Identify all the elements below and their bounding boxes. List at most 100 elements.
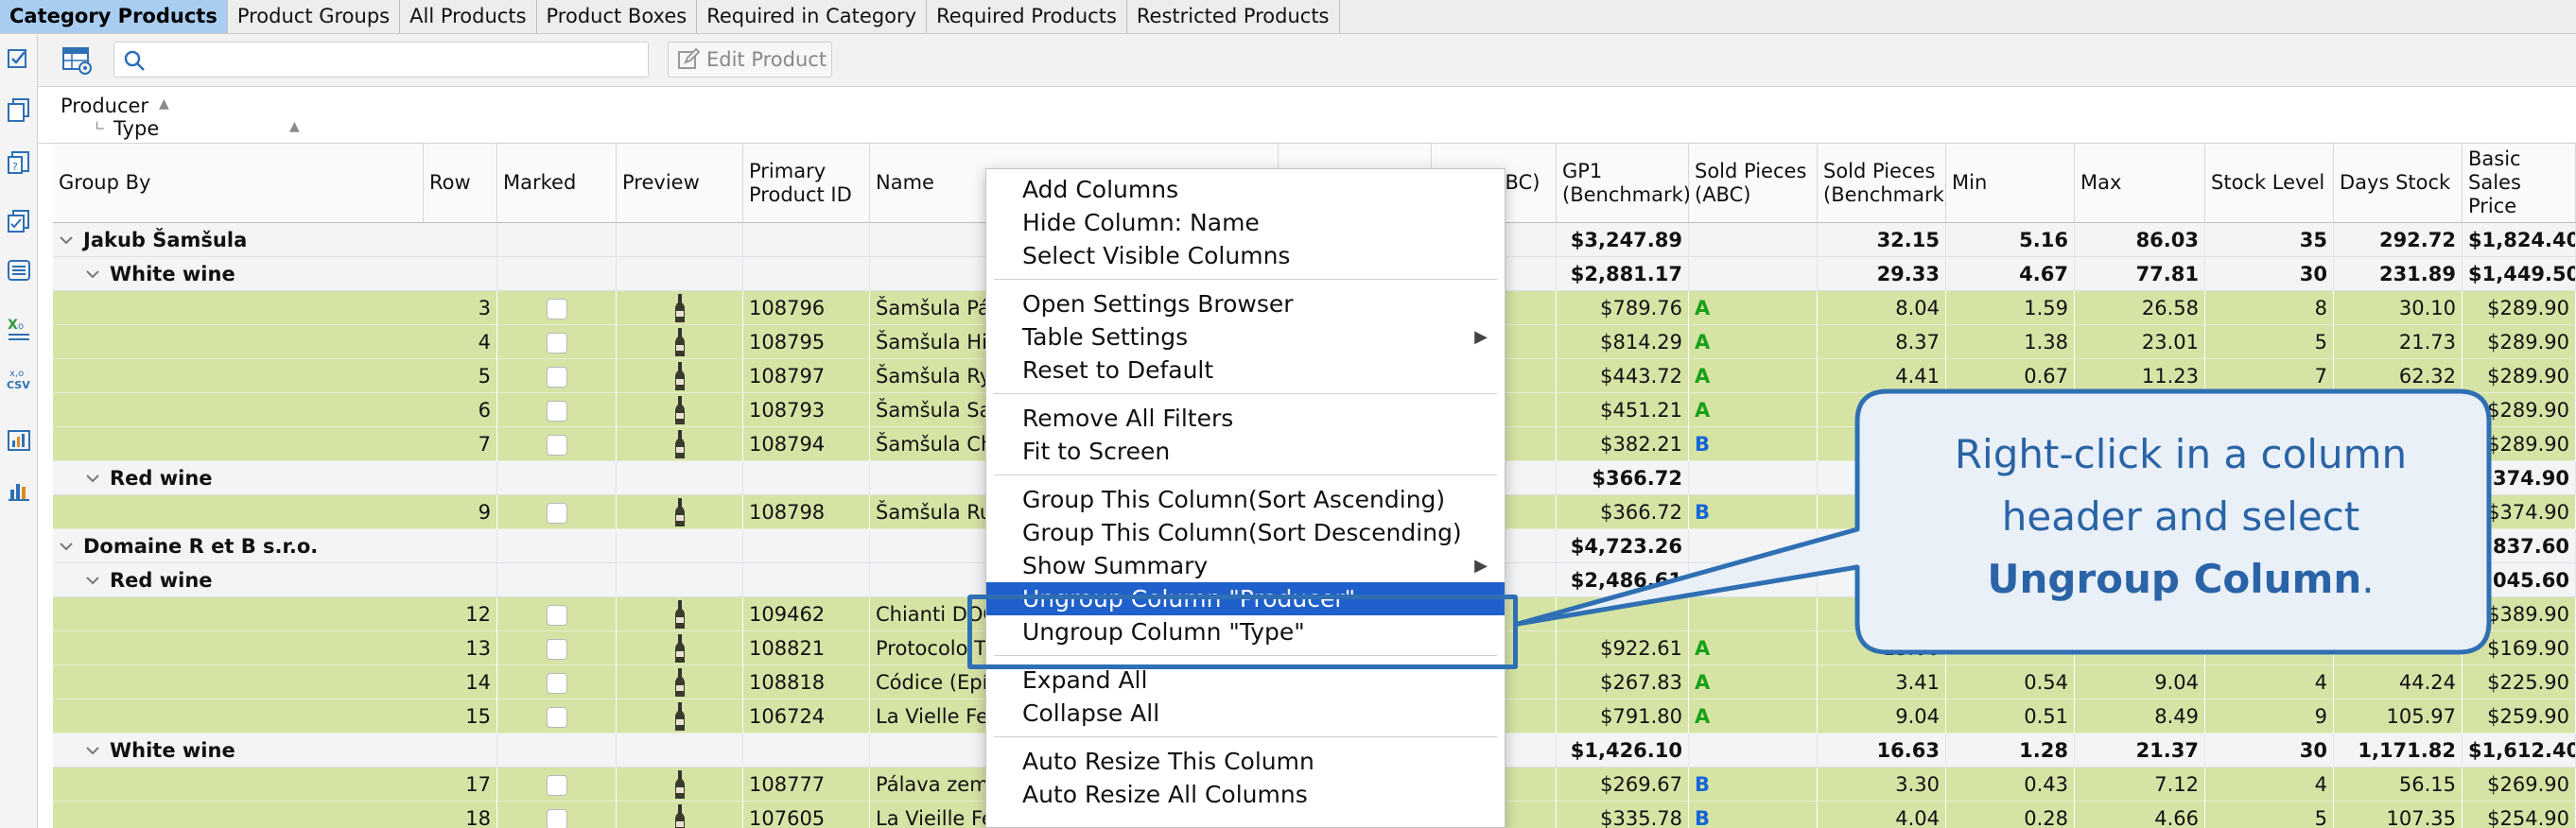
marked-checkbox[interactable] (547, 401, 567, 422)
cell-sold_abc: A (1689, 665, 1818, 699)
menu-item-open-settings-browser[interactable]: Open Settings Browser (986, 287, 1505, 320)
cell-sold_abc (1689, 597, 1818, 631)
search-input[interactable] (156, 46, 638, 73)
marked-checkbox[interactable] (547, 639, 567, 660)
chevron-down-icon[interactable] (85, 573, 100, 588)
marked-checkbox[interactable] (547, 605, 567, 626)
group-by-panel: Producer ▲ ∟ Type ▲ (38, 87, 2576, 144)
menu-item-collapse-all[interactable]: Collapse All (986, 697, 1505, 730)
menu-item-group-this-column-sort-ascending[interactable]: Group This Column(Sort Ascending) (986, 483, 1505, 516)
cell-marked (497, 257, 617, 291)
cell-gp1_bench: $2,486.61 (1557, 563, 1689, 597)
cell-max: 7.12 (2075, 768, 2205, 802)
search-box[interactable] (113, 42, 649, 78)
callout-suffix: . (2361, 556, 2375, 602)
marked-checkbox[interactable] (547, 809, 567, 828)
cell-id: 108821 (743, 631, 870, 665)
mark-checkbox-icon[interactable] (4, 43, 34, 74)
cell-max: 21.37 (2075, 733, 2205, 768)
marked-checkbox[interactable] (547, 435, 567, 456)
cell-preview (617, 393, 743, 427)
cell-row: 5 (424, 359, 497, 393)
column-header-days-stock[interactable]: Days Stock (2334, 144, 2463, 223)
marked-checkbox[interactable] (547, 299, 567, 319)
cell-preview (617, 427, 743, 461)
menu-item-auto-resize-all-columns[interactable]: Auto Resize All Columns (986, 778, 1505, 811)
tab-category-products[interactable]: Category Products (0, 0, 228, 33)
tab-restricted-products[interactable]: Restricted Products (1127, 0, 1340, 33)
marked-checkbox[interactable] (547, 333, 567, 354)
tab-product-boxes[interactable]: Product Boxes (537, 0, 698, 33)
callout-line-1: Right-click in a column (1954, 431, 2408, 477)
menu-item-table-settings[interactable]: Table Settings ▶ (986, 320, 1505, 354)
column-header-preview[interactable]: Preview (617, 144, 743, 223)
paste-icon[interactable]: ? (4, 147, 34, 178)
list-icon[interactable] (4, 255, 34, 285)
cell-sold_abc: B (1689, 802, 1818, 828)
cell-price: $169.90 (2463, 631, 2576, 665)
menu-item-group-this-column-sort-descending[interactable]: Group This Column(Sort Descending) (986, 516, 1505, 549)
marked-checkbox[interactable] (547, 503, 567, 524)
cell-min: 1.28 (1946, 733, 2075, 768)
cell-days: 44.24 (2334, 665, 2463, 699)
column-header-group-by[interactable]: Group By (53, 144, 424, 223)
column-header-basic-sales-price[interactable]: Basic Sales Price (2463, 144, 2576, 223)
tab-required-in-category[interactable]: Required in Category (697, 0, 928, 33)
cell-row: 14 (424, 665, 497, 699)
column-header-sold-pieces-abc-[interactable]: Sold Pieces (ABC) (1689, 144, 1818, 223)
marked-checkbox[interactable] (547, 673, 567, 694)
marked-checkbox[interactable] (547, 367, 567, 388)
menu-item-auto-resize-this-column[interactable]: Auto Resize This Column (986, 745, 1505, 778)
column-header-primary-product-id[interactable]: Primary Product ID (743, 144, 870, 223)
chevron-down-icon[interactable] (85, 743, 100, 758)
cell-sold_abc (1689, 223, 1818, 257)
group-chip-type[interactable]: Type (113, 117, 159, 140)
sort-ascending-icon[interactable]: ▲ (159, 96, 169, 112)
tab-all-products[interactable]: All Products (400, 0, 537, 33)
cell-gp1_bench: $443.72 (1557, 359, 1689, 393)
edit-pencil-icon (678, 47, 701, 69)
column-header-context-menu: Add Columns Hide Column: Name Select Visib… (985, 168, 1506, 828)
abc-class-badge: A (1695, 637, 1711, 660)
chevron-down-icon[interactable] (59, 233, 74, 248)
column-header-row[interactable]: Row (424, 144, 497, 223)
sort-ascending-icon[interactable]: ▲ (289, 119, 300, 134)
menu-separator (994, 279, 1497, 280)
cell-min: 0.54 (1946, 665, 2075, 699)
column-header-max[interactable]: Max (2075, 144, 2205, 223)
search-icon (124, 50, 145, 71)
bar-chart-icon[interactable] (4, 474, 34, 505)
group-chip-producer[interactable]: Producer (61, 95, 148, 117)
column-header-marked[interactable]: Marked (497, 144, 617, 223)
column-header-sold-pieces-benchmark-[interactable]: Sold Pieces (Benchmark) (1818, 144, 1952, 223)
column-header-stock-level[interactable]: Stock Level (2205, 144, 2334, 223)
copy-icon[interactable] (4, 95, 34, 125)
menu-item-add-columns[interactable]: Add Columns (986, 173, 1505, 206)
chevron-down-icon[interactable] (59, 539, 74, 554)
check-list-icon[interactable] (4, 206, 34, 236)
menu-item-fit-to-screen[interactable]: Fit to Screen (986, 435, 1505, 468)
tab-required-products[interactable]: Required Products (927, 0, 1127, 33)
group-label: Red wine (110, 569, 213, 592)
table-settings-icon[interactable] (61, 43, 93, 76)
cell-preview (617, 631, 743, 665)
marked-checkbox[interactable] (547, 775, 567, 796)
chart-settings-icon[interactable] (4, 425, 34, 456)
cell-marked (497, 461, 617, 495)
menu-item-remove-all-filters[interactable]: Remove All Filters (986, 402, 1505, 435)
marked-checkbox[interactable] (547, 707, 567, 728)
csv-export-icon[interactable]: x,o CSV (4, 363, 34, 393)
menu-item-reset-to-default[interactable]: Reset to Default (986, 354, 1505, 387)
menu-item-hide-column-name[interactable]: Hide Column: Name (986, 206, 1505, 239)
chevron-down-icon[interactable] (85, 267, 100, 282)
cell-id: 108796 (743, 291, 870, 325)
menu-item-show-summary[interactable]: Show Summary ▶ (986, 549, 1505, 582)
column-header-min[interactable]: Min (1946, 144, 2075, 223)
chevron-down-icon[interactable] (85, 471, 100, 486)
cell-stock: 7 (2205, 359, 2334, 393)
edit-product-button[interactable]: Edit Product (668, 42, 832, 78)
menu-item-select-visible-columns[interactable]: Select Visible Columns (986, 239, 1505, 272)
column-header-gp1-benchmark-[interactable]: GP1 (Benchmark) (1557, 144, 1691, 223)
excel-export-icon[interactable]: Xo (4, 314, 34, 344)
tab-product-groups[interactable]: Product Groups (228, 0, 401, 33)
